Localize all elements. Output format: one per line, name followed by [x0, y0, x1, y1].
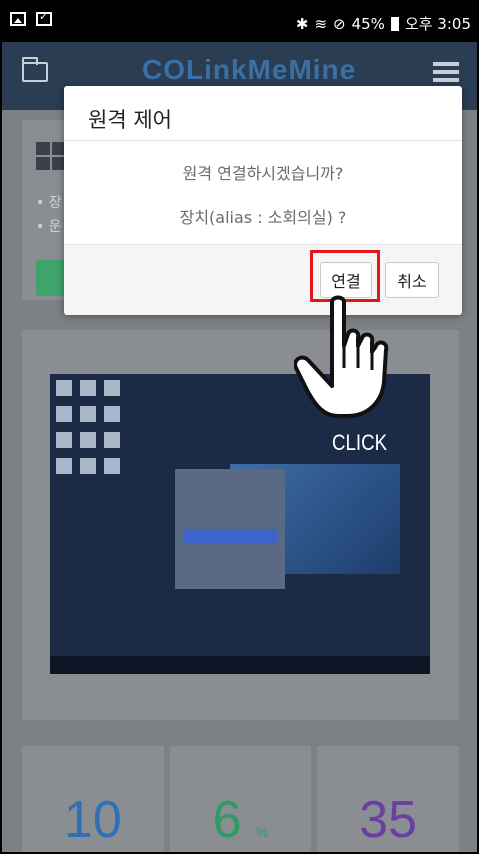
image-icon	[10, 12, 26, 26]
stat-value: 35	[359, 791, 418, 849]
folder-icon[interactable]	[22, 57, 48, 82]
click-label: CLICK	[332, 430, 388, 455]
bluetooth-icon: ✱	[295, 14, 309, 33]
stat-unit: %	[255, 824, 269, 840]
pointing-hand-icon	[294, 295, 389, 418]
remote-control-dialog: 원격 제어 원격 연결하시겠습니까? 장치(alias : 소회의실) ? 연결…	[64, 86, 462, 315]
windows-icon	[36, 142, 66, 170]
status-right: ✱ ≋ ⊘ 45% 오후 3:05	[296, 13, 471, 34]
status-left-icons	[10, 10, 52, 26]
dialog-title: 원격 제어	[88, 108, 172, 132]
dialog-divider	[64, 140, 462, 141]
stat-value: 6	[212, 791, 242, 849]
taskbar	[50, 656, 430, 674]
stat-card: 35	[317, 746, 460, 852]
app-logo: COLinkMeMine	[142, 54, 356, 86]
cancel-button[interactable]: 취소	[385, 262, 439, 298]
logo-text: LinkMeMine	[186, 54, 357, 85]
stat-value: 10	[63, 791, 122, 849]
logo-prefix: CO	[142, 54, 186, 85]
status-bar: ✱ ≋ ⊘ 45% 오후 3:05	[2, 2, 477, 42]
info-bullet-2: • 운	[36, 219, 62, 235]
phone-frame: ✱ ≋ ⊘ 45% 오후 3:05 COLinkMeMine • 장 • 운	[0, 0, 479, 854]
clock: 오후 3:05	[404, 15, 471, 33]
stats-row: 10 6 % 35	[22, 746, 460, 852]
checkbox-icon	[36, 10, 52, 26]
menu-icon[interactable]	[433, 62, 459, 82]
mute-icon: ⊘	[333, 14, 346, 33]
stat-card: 10	[22, 746, 164, 852]
dialog-device-line: 장치(alias : 소회의실) ?	[179, 208, 347, 227]
stat-card: 6 %	[169, 746, 312, 852]
dialog-message: 원격 연결하시겠습니까?	[182, 164, 344, 183]
info-bullet-1: • 장	[36, 195, 62, 211]
battery-percent: 45%	[351, 14, 385, 33]
desktop-icons	[56, 380, 120, 474]
battery-icon	[390, 16, 399, 31]
wifi-icon: ≋	[314, 14, 328, 33]
login-window	[175, 469, 285, 589]
